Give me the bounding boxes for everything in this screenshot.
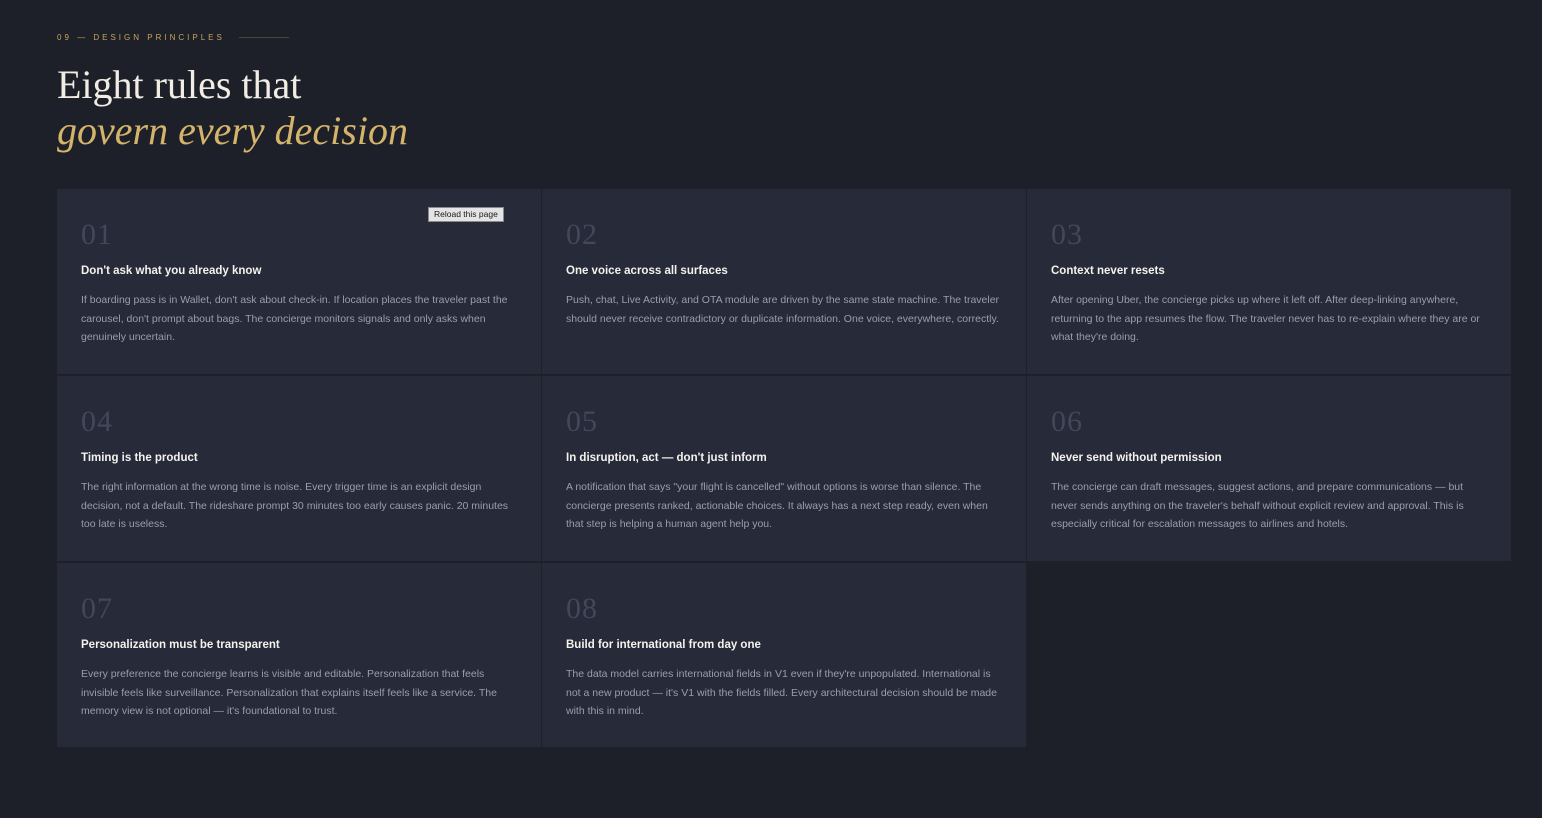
principle-heading: In disruption, act — don't just inform [566,452,767,464]
principle-number: 08 [566,592,598,625]
principle-number: 03 [1051,218,1083,251]
principle-body: A notification that says "your flight is… [566,481,988,530]
principle-card-04: 04 Timing is the product The right infor… [57,376,541,561]
principle-heading: Don't ask what you already know [81,265,262,277]
principle-card-08: 08 Build for international from day one … [542,563,1026,747]
principle-heading: Personalization must be transparent [81,639,280,651]
title-line-1: Eight rules that [57,62,302,107]
principle-body: The concierge can draft messages, sugges… [1051,481,1464,530]
principle-number: 06 [1051,405,1083,438]
eyebrow-rule [238,37,289,38]
principle-number: 04 [81,405,113,438]
principle-body: The right information at the wrong time … [81,481,509,530]
principle-body: The data model carries international fie… [566,668,997,717]
principle-number: 01 [81,218,113,251]
principle-number: 07 [81,592,113,625]
principles-grid: 01 Don't ask what you already know If bo… [57,189,1511,747]
principle-card-02: 02 One voice across all surfaces Push, c… [542,189,1026,374]
principle-card-06: 06 Never send without permission The con… [1027,376,1511,561]
title-line-2: govern every decision [57,108,408,153]
principle-number: 02 [566,218,598,251]
page-title: Eight rules that govern every decision [57,62,408,154]
design-principles-page: 09 — Design Principles Eight rules that … [0,0,1542,818]
principle-body: If boarding pass is in Wallet, don't ask… [81,294,508,343]
principle-heading: Context never resets [1051,265,1165,277]
principle-body: Every preference the concierge learns is… [81,668,497,717]
reload-page-button[interactable]: Reload this page [428,207,504,222]
principle-heading: One voice across all surfaces [566,265,728,277]
principle-heading: Build for international from day one [566,639,761,651]
principle-body: After opening Uber, the concierge picks … [1051,294,1480,343]
principle-card-07: 07 Personalization must be transparent E… [57,563,541,747]
principle-number: 05 [566,405,598,438]
principle-heading: Never send without permission [1051,452,1222,464]
principle-card-03: 03 Context never resets After opening Ub… [1027,189,1511,374]
principle-body: Push, chat, Live Activity, and OTA modul… [566,294,1000,325]
principle-heading: Timing is the product [81,452,198,464]
principle-card-05: 05 In disruption, act — don't just infor… [542,376,1026,561]
section-eyebrow: 09 — Design Principles [57,33,289,42]
eyebrow-label: 09 — Design Principles [57,33,225,42]
